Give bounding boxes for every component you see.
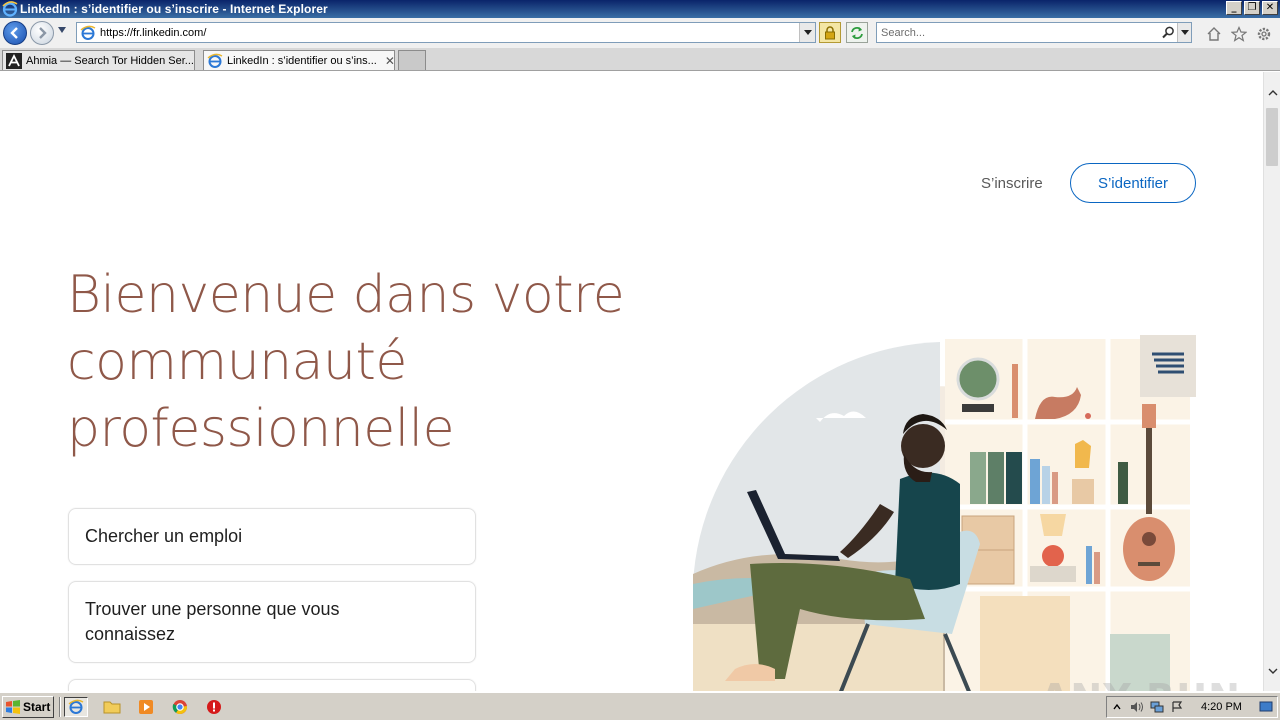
window-controls: _ ❐ ✕ [1226, 1, 1278, 15]
address-dropdown-button[interactable] [799, 23, 815, 42]
security-lock-button[interactable] [819, 22, 841, 43]
address-bar[interactable]: https://fr.linkedin.com/ [76, 22, 816, 43]
favorites-star-icon[interactable] [1230, 25, 1248, 43]
scrollbar-thumb[interactable] [1266, 108, 1278, 166]
new-tab-button[interactable] [398, 50, 426, 70]
search-input[interactable]: Search... [881, 27, 1159, 39]
restore-button[interactable]: ❐ [1244, 1, 1260, 15]
find-person-option[interactable]: Trouver une personne que vous connaissez [68, 581, 476, 663]
search-box[interactable]: Search... [876, 22, 1192, 43]
ahmia-icon [6, 52, 22, 69]
window-title: LinkedIn : s’identifier ou s’inscrire - … [20, 2, 328, 16]
url-text[interactable]: https://fr.linkedin.com/ [100, 27, 206, 39]
tab-bar: Ahmia — Search Tor Hidden Ser... LinkedI… [0, 48, 1280, 71]
page-viewport: S’inscrire S’identifier Bienvenue dans v… [0, 72, 1263, 691]
forward-button[interactable] [30, 21, 54, 45]
tab-ahmia[interactable]: Ahmia — Search Tor Hidden Ser... [2, 50, 195, 70]
chrome-icon[interactable] [168, 697, 192, 717]
hero-line: Bienvenue dans votre [67, 265, 625, 325]
hero-line: communauté [67, 332, 407, 392]
folder-icon[interactable] [100, 697, 124, 717]
tray-expand-icon[interactable] [1107, 698, 1127, 716]
start-button[interactable]: Start [2, 696, 54, 718]
tab-label: LinkedIn : s’identifier ou s’ins... [227, 54, 377, 67]
window-titlebar: LinkedIn : s’identifier ou s’inscrire - … [0, 0, 1280, 18]
windows-flag-icon [6, 700, 20, 714]
hero-line: professionnelle [67, 399, 455, 459]
chevron-down-icon [1180, 30, 1189, 35]
start-label: Start [23, 700, 51, 714]
system-tray: 4:20 PM [1106, 696, 1278, 718]
signup-link[interactable]: S’inscrire [981, 175, 1043, 192]
show-desktop-icon[interactable] [1256, 698, 1276, 716]
stop-icon[interactable] [202, 697, 226, 717]
find-job-option[interactable]: Chercher un emploi [68, 508, 476, 565]
chevron-down-icon [803, 30, 812, 35]
refresh-button[interactable] [846, 22, 868, 43]
refresh-icon [851, 26, 863, 39]
back-button[interactable] [3, 21, 27, 45]
scroll-up-icon[interactable] [1264, 84, 1280, 101]
option-label: Chercher un emploi [85, 526, 243, 546]
ie-taskbar-icon[interactable] [64, 697, 88, 717]
ie-page-icon [80, 25, 96, 40]
tab-linkedin[interactable]: LinkedIn : s’identifier ou s’ins... ✕ [203, 50, 395, 70]
search-dropdown-button[interactable] [1177, 23, 1191, 42]
taskbar-clock[interactable]: 4:20 PM [1201, 701, 1242, 713]
action-center-flag-icon[interactable] [1167, 698, 1187, 716]
close-button[interactable]: ✕ [1262, 1, 1278, 15]
option-label: Trouver une personne que vous connaissez [85, 599, 340, 644]
media-player-icon[interactable] [134, 697, 158, 717]
anyrun-watermark: ANY RUN [1040, 676, 1241, 691]
vertical-scrollbar[interactable] [1263, 72, 1280, 691]
ie-page-icon [207, 53, 223, 68]
signin-button[interactable]: S’identifier [1070, 163, 1196, 203]
hero-illustration [693, 335, 1196, 691]
lock-icon [825, 25, 835, 39]
home-icon[interactable] [1205, 25, 1223, 43]
tab-label: Ahmia — Search Tor Hidden Ser... [26, 54, 194, 67]
third-option[interactable] [68, 679, 476, 691]
taskbar-separator [59, 697, 61, 717]
volume-icon[interactable] [1127, 698, 1147, 716]
network-icon[interactable] [1147, 698, 1167, 716]
hero-heading: Bienvenue dans votre communauté professi… [67, 262, 627, 463]
history-dropdown-icon[interactable] [58, 27, 66, 33]
ie-icon [2, 1, 18, 17]
taskbar: Start 4:20 PM [0, 692, 1280, 720]
arrow-left-icon [10, 27, 18, 39]
settings-gear-icon[interactable] [1255, 25, 1273, 43]
minimize-button[interactable]: _ [1226, 1, 1242, 15]
scroll-down-icon[interactable] [1264, 662, 1280, 679]
close-tab-icon[interactable]: ✕ [385, 54, 394, 68]
address-toolbar: https://fr.linkedin.com/ Search... [0, 18, 1280, 48]
search-icon[interactable] [1159, 24, 1177, 42]
arrow-right-icon [39, 27, 47, 39]
